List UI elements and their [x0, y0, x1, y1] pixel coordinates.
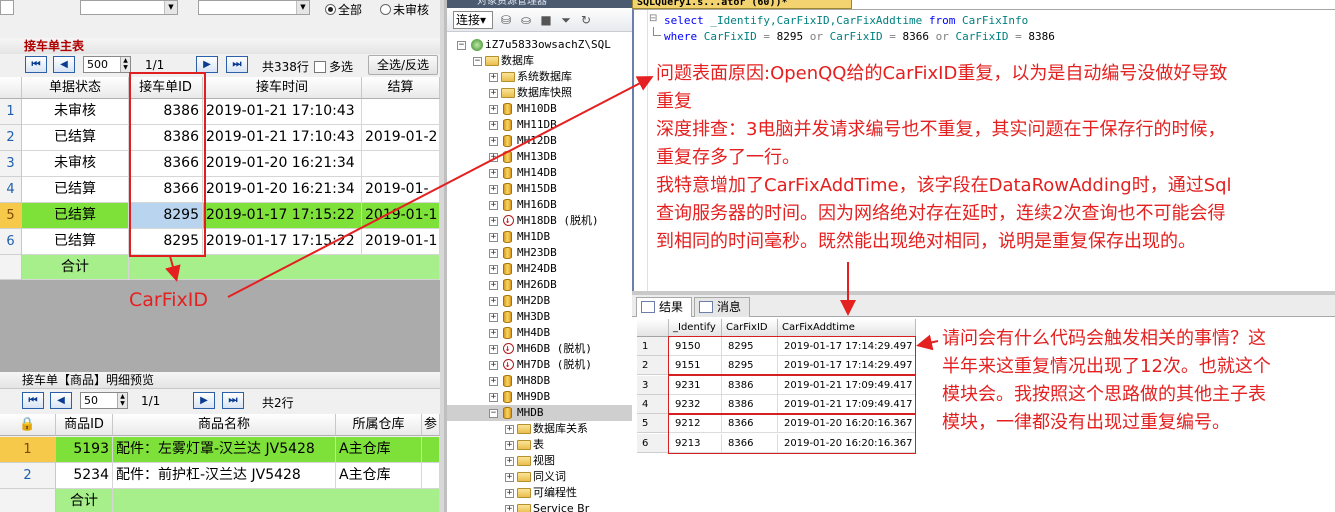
arrow-to-grid [916, 334, 939, 351]
screenshot-root: { "top_filter": { "radio_all": "全部", "ra… [0, 0, 1335, 512]
arrow-to-note [227, 76, 654, 298]
annotation-arrows [165, 76, 939, 351]
arrow-to-label [165, 255, 181, 282]
